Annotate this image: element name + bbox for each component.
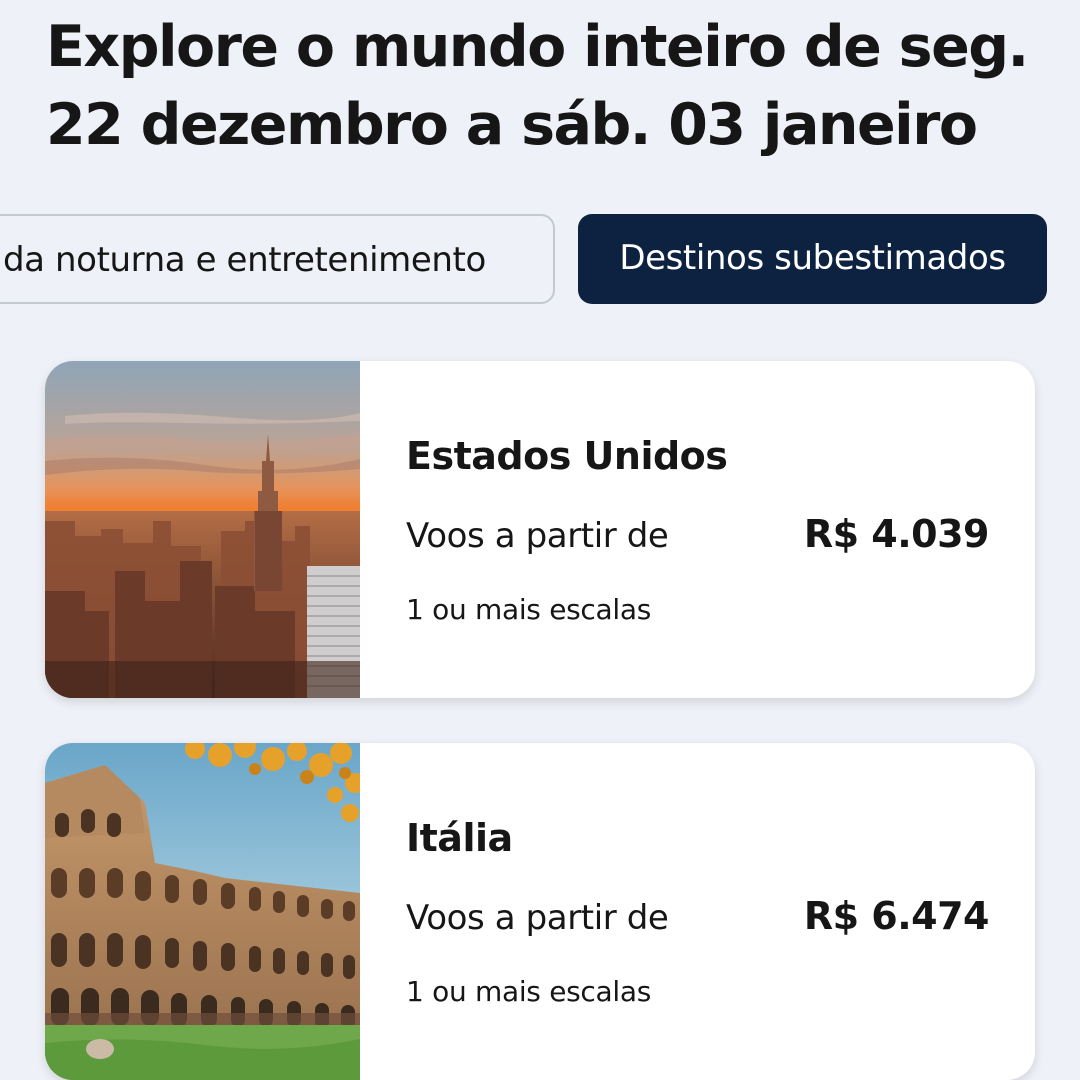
destination-card-usa[interactable]: Estados Unidos Voos a partir de R$ 4.039… [45,361,1035,698]
destination-name: Estados Unidos [406,434,728,478]
filter-chip-underrated-destinations[interactable]: Destinos subestimados [578,214,1047,304]
destination-card-italy[interactable]: Itália Voos a partir de R$ 6.474 1 ou ma… [45,743,1035,1080]
destination-price: R$ 6.474 [803,894,990,938]
stops-info: 1 ou mais escalas [406,975,651,1008]
destination-price: R$ 4.039 [803,512,990,556]
category-filter-bar: da noturna e entretenimento Destinos sub… [0,214,1080,304]
destination-name: Itália [406,816,513,860]
flights-from-label: Voos a partir de [406,516,669,556]
page-title: Explore o mundo inteiro de seg. 22 dezem… [46,14,1029,158]
filter-chip-nightlife[interactable]: da noturna e entretenimento [0,214,555,304]
stops-info: 1 ou mais escalas [406,593,651,626]
colosseum-image [45,743,360,1080]
new-york-skyline-image [45,361,360,698]
flights-from-label: Voos a partir de [406,898,669,938]
